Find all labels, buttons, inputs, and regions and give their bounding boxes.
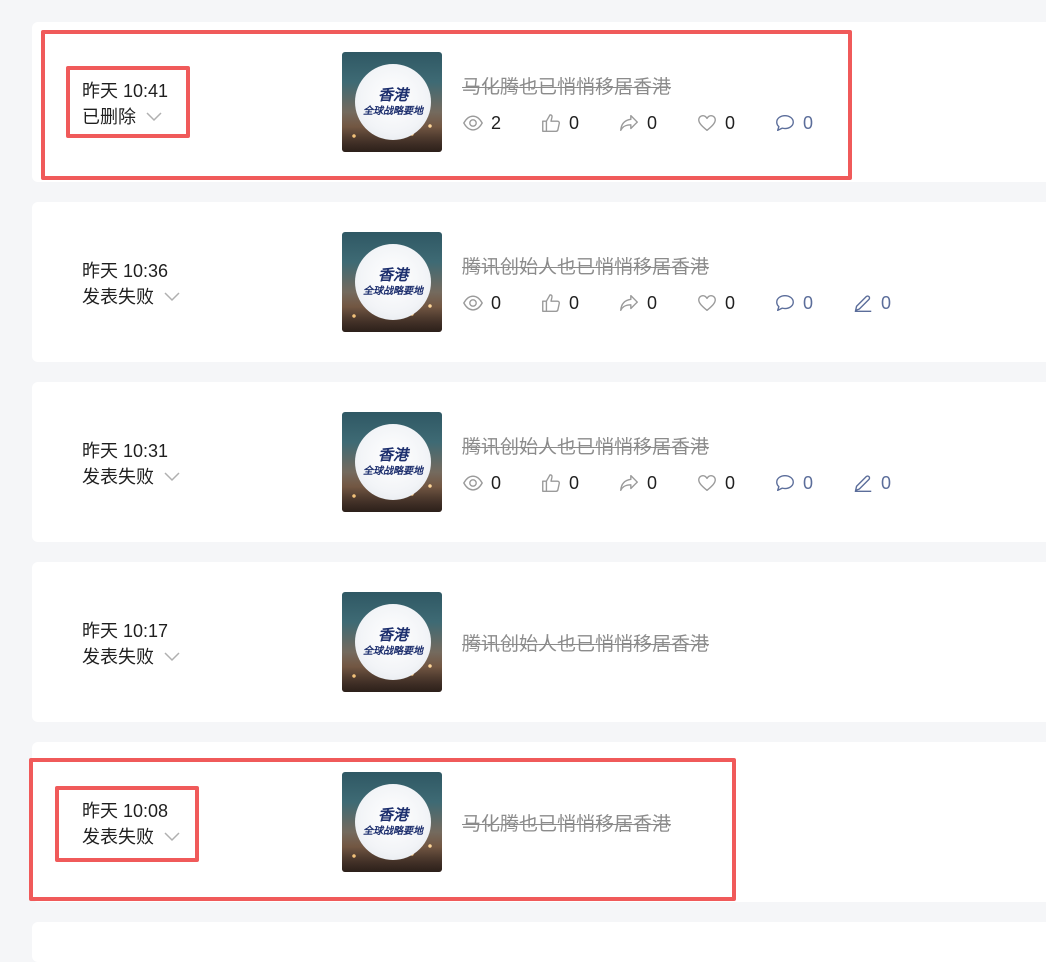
post-thumbnail[interactable]: 香港 全球战略要地 [342, 232, 442, 332]
comments-stat[interactable]: 0 [774, 292, 813, 314]
status-dropdown[interactable]: 发表失败 [82, 284, 180, 310]
status-label: 发表失败 [82, 647, 154, 667]
post-title[interactable]: 腾讯创始人也已悄悄移居香港 [462, 629, 709, 656]
eye-icon [463, 295, 483, 311]
favorites-count: 0 [725, 472, 736, 493]
shares-count: 0 [647, 472, 658, 493]
views-count: 0 [491, 292, 502, 313]
chevron-down-icon [164, 652, 180, 662]
chevron-down-icon [164, 292, 180, 302]
thumbs-up-icon [542, 474, 560, 492]
post-card-partial [32, 922, 1046, 962]
thumbs-up-icon [542, 294, 560, 312]
highlight-box [55, 786, 199, 862]
edits-stat[interactable]: 0 [852, 292, 891, 314]
likes-count: 0 [569, 292, 580, 313]
pencil-icon [854, 475, 872, 492]
favorites-stat: 0 [696, 292, 735, 314]
thumbnail-subtitle: 全球战略要地 [363, 285, 423, 297]
thumbnail-subtitle: 全球战略要地 [363, 645, 423, 657]
post-title[interactable]: 腾讯创始人也已悄悄移居香港 [462, 252, 709, 279]
post-time: 昨天 10:31 [82, 441, 169, 461]
views-count: 0 [491, 472, 502, 493]
favorites-count: 0 [725, 292, 736, 313]
post-title[interactable]: 腾讯创始人也已悄悄移居香港 [462, 432, 709, 459]
post-card[interactable]: 昨天 10:36 发表失败 香港 全球战略要地 腾讯创始人也已悄悄移居香港 0 … [32, 202, 1046, 362]
status-label: 发表失败 [82, 287, 154, 307]
share-icon [620, 474, 638, 492]
thumbnail-title: 香港 [377, 626, 408, 644]
comments-count: 0 [803, 472, 814, 493]
views-stat: 0 [462, 472, 501, 494]
thumbnail-title: 香港 [377, 446, 408, 464]
chevron-down-icon [164, 472, 180, 482]
post-thumbnail[interactable]: 香港 全球战略要地 [342, 412, 442, 512]
post-meta: 昨天 10:31 发表失败 [82, 438, 180, 490]
post-card[interactable]: 昨天 10:17 发表失败 香港 全球战略要地 腾讯创始人也已悄悄移居香港 [32, 562, 1046, 722]
post-time: 昨天 10:36 [82, 261, 169, 281]
likes-stat: 0 [540, 472, 579, 494]
post-time: 昨天 10:17 [82, 621, 169, 641]
edits-count: 0 [881, 292, 892, 313]
post-thumbnail[interactable]: 香港 全球战略要地 [342, 592, 442, 692]
shares-stat: 0 [618, 472, 657, 494]
thumbnail-subtitle: 全球战略要地 [363, 465, 423, 477]
edits-stat[interactable]: 0 [852, 472, 891, 494]
status-dropdown[interactable]: 发表失败 [82, 464, 180, 490]
shares-count: 0 [647, 292, 658, 313]
comments-count: 0 [803, 292, 814, 313]
comment-icon [776, 474, 794, 492]
likes-stat: 0 [540, 292, 579, 314]
share-icon [620, 294, 638, 312]
highlight-box [66, 66, 190, 138]
post-card[interactable]: 昨天 10:31 发表失败 香港 全球战略要地 腾讯创始人也已悄悄移居香港 0 … [32, 382, 1046, 542]
views-stat: 0 [462, 292, 501, 314]
eye-icon [463, 475, 483, 491]
pencil-icon [854, 295, 872, 312]
post-meta: 昨天 10:36 发表失败 [82, 258, 180, 310]
thumbnail-title: 香港 [377, 266, 408, 284]
heart-icon [698, 294, 716, 312]
likes-count: 0 [569, 472, 580, 493]
comment-icon [776, 294, 794, 312]
comments-stat[interactable]: 0 [774, 472, 813, 494]
edits-count: 0 [881, 472, 892, 493]
favorites-stat: 0 [696, 472, 735, 494]
shares-stat: 0 [618, 292, 657, 314]
status-label: 发表失败 [82, 467, 154, 487]
post-meta: 昨天 10:17 发表失败 [82, 618, 180, 670]
status-dropdown[interactable]: 发表失败 [82, 644, 180, 670]
heart-icon [698, 474, 716, 492]
